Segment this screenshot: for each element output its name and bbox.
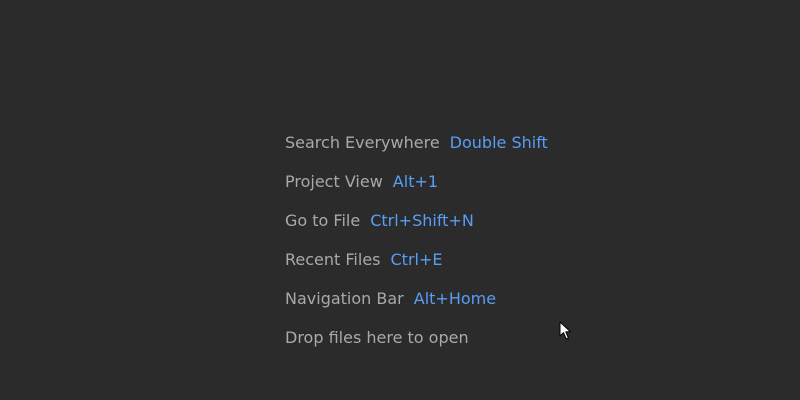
hint-recent-files: Recent Files Ctrl+E <box>285 250 548 289</box>
hint-label: Recent Files <box>285 250 381 269</box>
hint-shortcut: Ctrl+E <box>390 250 443 269</box>
hint-shortcut: Double Shift <box>449 133 548 152</box>
hint-shortcut: Ctrl+Shift+N <box>370 211 474 230</box>
hint-shortcut: Alt+Home <box>413 289 497 308</box>
hint-label: Navigation Bar <box>285 289 404 308</box>
hint-shortcut: Alt+1 <box>392 172 439 191</box>
drop-files-hint: Drop files here to open <box>285 328 548 367</box>
hint-label: Project View <box>285 172 383 191</box>
drop-files-label: Drop files here to open <box>285 328 469 347</box>
hint-navigation-bar: Navigation Bar Alt+Home <box>285 289 548 328</box>
empty-editor-area[interactable]: Search Everywhere Double Shift Project V… <box>0 0 800 400</box>
hint-project-view: Project View Alt+1 <box>285 172 548 211</box>
hint-label: Search Everywhere <box>285 133 440 152</box>
hint-search-everywhere: Search Everywhere Double Shift <box>285 133 548 172</box>
mouse-pointer-icon <box>559 321 571 340</box>
hint-go-to-file: Go to File Ctrl+Shift+N <box>285 211 548 250</box>
editor-hints: Search Everywhere Double Shift Project V… <box>285 133 548 367</box>
hint-label: Go to File <box>285 211 361 230</box>
